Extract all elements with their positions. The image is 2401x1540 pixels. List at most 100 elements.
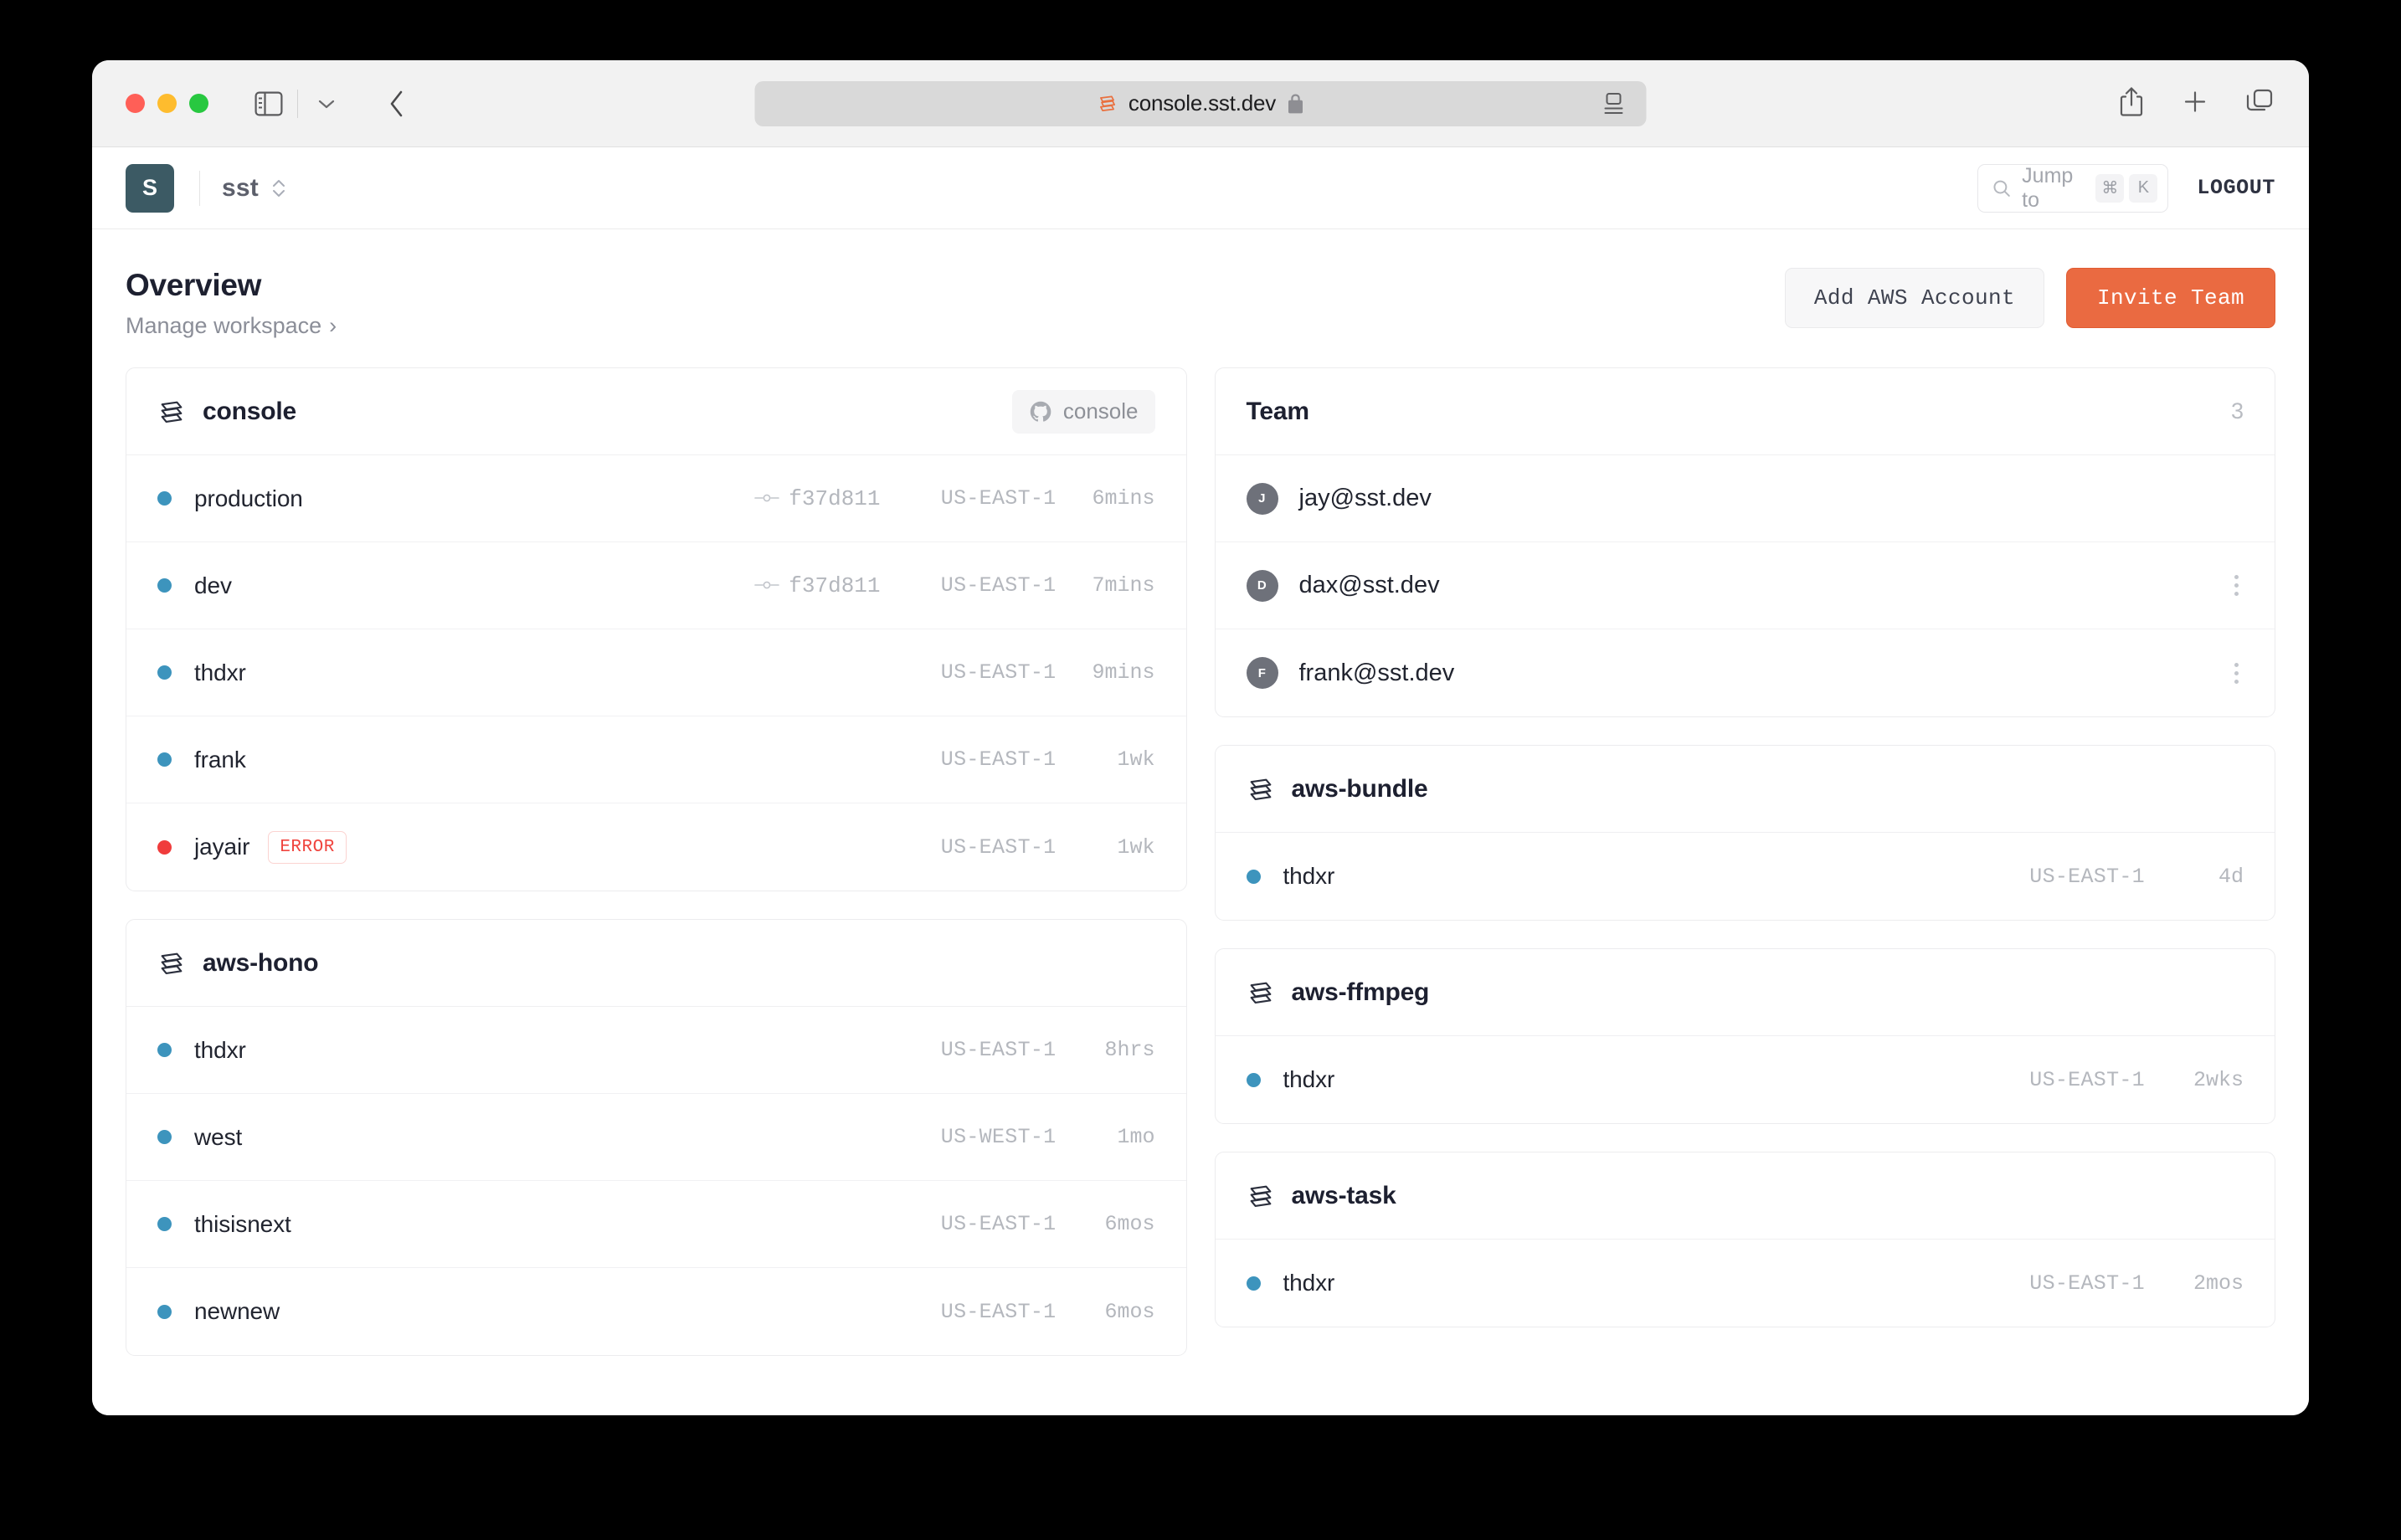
- stage-row[interactable]: west US-WEST-1 1mo: [126, 1094, 1186, 1181]
- stage-name: thisisnext: [194, 1210, 291, 1237]
- region-label: US-EAST-1: [2029, 864, 2145, 889]
- status-dot-ok: [157, 1217, 172, 1231]
- region-label: US-EAST-1: [940, 1299, 1057, 1324]
- right-column: Team 3 Jjay@sst.dev Ddax@sst.dev Ffrank@sst.…: [1214, 367, 2275, 1327]
- team-member-count: 3: [2230, 398, 2244, 424]
- app-card-header[interactable]: aws-hono: [126, 920, 1186, 1007]
- region-label: US-EAST-1: [2029, 1067, 2145, 1092]
- updated-time: 1mo: [1117, 1125, 1155, 1149]
- share-icon[interactable]: [2118, 85, 2145, 121]
- app-name: aws-ffmpeg: [1291, 978, 1430, 1006]
- stage-name: thdxr: [194, 1036, 246, 1063]
- member-email: dax@sst.dev: [1298, 572, 1440, 598]
- page-header: Overview Manage workspace › Add AWS Acco…: [126, 268, 2275, 339]
- plus-icon[interactable]: [2182, 88, 2208, 119]
- updated-time: 9mins: [1092, 660, 1155, 685]
- commit-slot: f37d811: [604, 573, 881, 598]
- page-title: Overview: [126, 268, 262, 302]
- status-dot-error: [157, 839, 172, 855]
- updated-time: 6mos: [1104, 1299, 1155, 1324]
- commit-link[interactable]: f37d811: [754, 485, 881, 511]
- stage-row[interactable]: thdxr US-EAST-1 9mins: [126, 629, 1186, 716]
- member-menu-icon[interactable]: [2229, 570, 2244, 601]
- maximize-window-button[interactable]: [189, 94, 208, 113]
- stage-row[interactable]: dev f37d811 US-EAST-1 7mins: [126, 542, 1186, 629]
- app-name: console: [203, 397, 296, 425]
- region-label: US-EAST-1: [2029, 1270, 2145, 1296]
- workspace-switch-icon[interactable]: [270, 175, 287, 202]
- stage-name: jayair: [194, 834, 250, 860]
- avatar: F: [1246, 657, 1278, 689]
- manage-workspace-link[interactable]: Manage workspace ›: [126, 313, 337, 339]
- status-dot-ok: [1246, 869, 1261, 884]
- toolbar-right-group: [2118, 85, 2274, 121]
- sidebar-icon[interactable]: [249, 84, 289, 124]
- reader-view-icon[interactable]: [1603, 92, 1625, 116]
- add-aws-account-button[interactable]: Add AWS Account: [1784, 268, 2044, 328]
- team-member-row[interactable]: Jjay@sst.dev: [1215, 455, 2275, 542]
- tab-overview-icon[interactable]: [2245, 88, 2274, 119]
- app-card: aws-ffmpeg thdxr US-EAST-1 2wks: [1214, 948, 2275, 1124]
- stage-row[interactable]: thisisnext US-EAST-1 6mos: [126, 1181, 1186, 1268]
- region-label: US-EAST-1: [940, 1038, 1057, 1062]
- app-stack-icon: [157, 398, 186, 426]
- stage-row[interactable]: thdxr US-EAST-1 8hrs: [126, 1007, 1186, 1094]
- dashboard-columns: console console production f37d811 US-EAST-1…: [126, 367, 2275, 1356]
- app-header: S sst Jump to ⌘ K LOGOUT: [92, 147, 2309, 229]
- status-dot-ok: [157, 1043, 172, 1057]
- sst-favicon: [1100, 95, 1116, 111]
- stage-row[interactable]: production f37d811 US-EAST-1 6mins: [126, 455, 1186, 542]
- stage-row[interactable]: frank US-EAST-1 1wk: [126, 716, 1186, 803]
- url-text: console.sst.dev: [1128, 90, 1277, 116]
- search-input[interactable]: Jump to ⌘ K: [1977, 163, 2169, 213]
- app-card-header[interactable]: aws-bundle: [1215, 746, 2275, 833]
- status-dot-ok: [157, 578, 172, 593]
- stage-row[interactable]: thdxr US-EAST-1 4d: [1216, 833, 2275, 920]
- chevron-down-icon[interactable]: [306, 84, 347, 124]
- team-member-row[interactable]: Ffrank@sst.dev: [1216, 629, 2275, 716]
- minimize-window-button[interactable]: [157, 94, 177, 113]
- app-card-header[interactable]: aws-task: [1215, 1152, 2275, 1240]
- app-card-header[interactable]: console console: [126, 368, 1186, 455]
- stage-name: thdxr: [1283, 863, 1335, 889]
- page-heading-group: Overview Manage workspace ›: [126, 268, 337, 339]
- back-chevron-icon[interactable]: [377, 84, 417, 124]
- git-commit-icon: [754, 573, 780, 598]
- github-repo-badge[interactable]: console: [1011, 389, 1155, 434]
- member-menu-icon[interactable]: [2229, 658, 2244, 689]
- stage-row[interactable]: thdxr US-EAST-1 2wks: [1216, 1036, 2275, 1123]
- app-card-header[interactable]: aws-ffmpeg: [1215, 949, 2275, 1036]
- stage-name: production: [194, 485, 303, 511]
- window-controls: [126, 94, 208, 113]
- lock-icon: [1288, 94, 1303, 113]
- app-card: aws-bundle thdxr US-EAST-1 4d: [1214, 745, 2275, 921]
- invite-team-button[interactable]: Invite Team: [2065, 268, 2275, 328]
- stage-row[interactable]: thdxr US-EAST-1 2mos: [1216, 1240, 2275, 1327]
- close-window-button[interactable]: [126, 94, 145, 113]
- address-bar[interactable]: console.sst.dev: [754, 80, 1647, 126]
- workspace-avatar[interactable]: S: [126, 163, 174, 213]
- logout-button[interactable]: LOGOUT: [2197, 176, 2275, 200]
- workspace-name[interactable]: sst: [222, 174, 259, 203]
- key-command: ⌘: [2095, 173, 2125, 203]
- team-member-row[interactable]: Ddax@sst.dev: [1215, 542, 2275, 629]
- commit-slot: f37d811: [604, 486, 881, 511]
- stage-row-meta: US-EAST-1 6mos: [604, 1212, 1155, 1236]
- commit-link[interactable]: f37d811: [754, 573, 881, 598]
- commit-hash: f37d811: [789, 485, 881, 511]
- app-stack-icon: [157, 949, 186, 978]
- search-placeholder: Jump to: [2022, 163, 2074, 212]
- stage-name: west: [194, 1123, 243, 1150]
- status-dot-ok: [157, 752, 172, 767]
- stage-row-meta: US-EAST-1 6mos: [604, 1300, 1155, 1324]
- stage-row-meta: US-EAST-1 1wk: [604, 835, 1155, 860]
- stage-row-meta: US-EAST-1 8hrs: [604, 1038, 1155, 1062]
- stage-name: thdxr: [1283, 1066, 1335, 1092]
- updated-time: 4d: [2218, 864, 2244, 889]
- stage-row[interactable]: jayair ERROR US-EAST-1 1wk: [126, 803, 1186, 891]
- region-label: US-WEST-1: [940, 1125, 1057, 1149]
- stage-row[interactable]: newnew US-EAST-1 6mos: [126, 1268, 1186, 1355]
- app-stack-icon: [1247, 775, 1275, 803]
- region-label: US-EAST-1: [940, 486, 1057, 511]
- stage-row-meta: f37d811 US-EAST-1 6mins: [604, 486, 1155, 511]
